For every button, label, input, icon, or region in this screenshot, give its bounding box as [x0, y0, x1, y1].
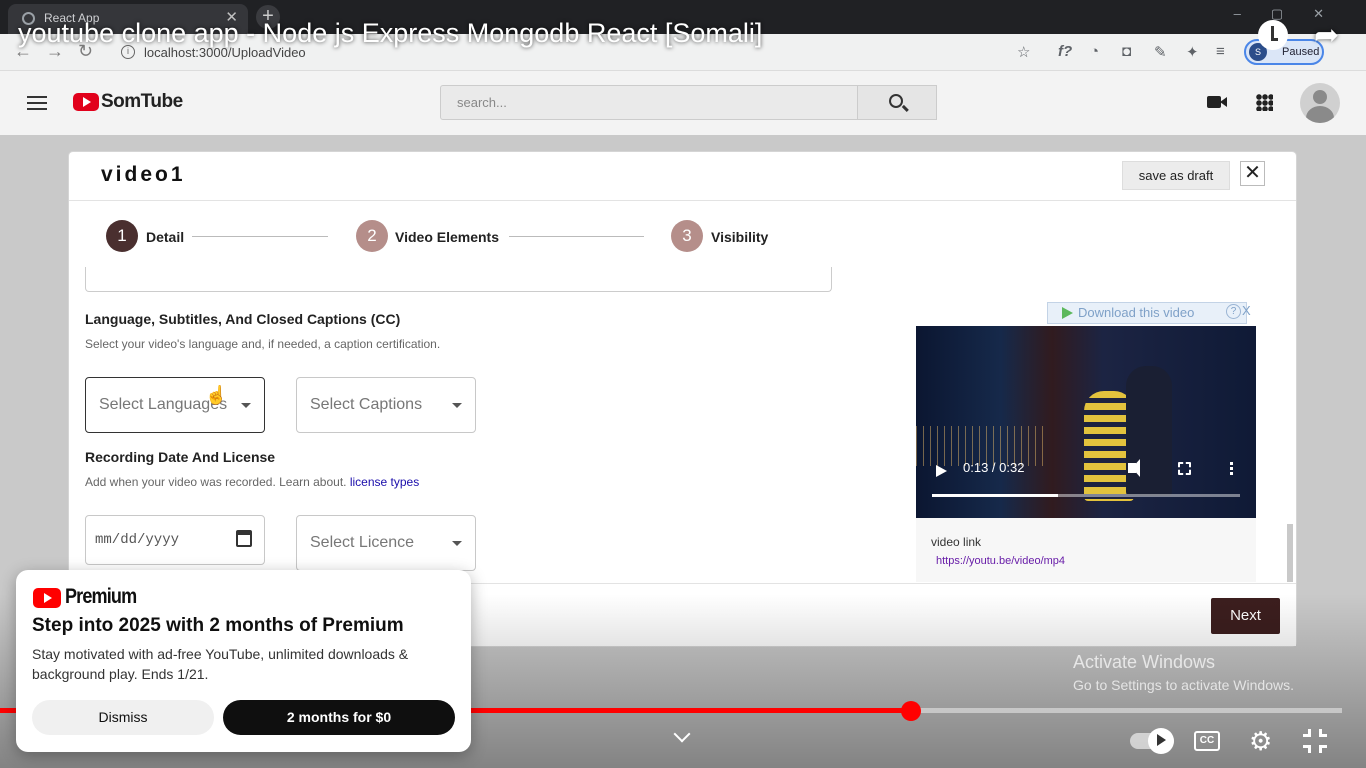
scrollbar[interactable] [1287, 524, 1293, 582]
premium-headline: Step into 2025 with 2 months of Premium [32, 615, 404, 636]
screen: React App ✕ + –▢✕ ← → ↻ i localhost:3000… [0, 0, 1366, 768]
eyedropper-icon[interactable]: ✎ [1154, 43, 1167, 61]
date-placeholder: mm/dd/yyyy [95, 532, 180, 548]
chevron-down-icon [241, 403, 251, 408]
close-dialog-button[interactable]: ✕ [1240, 161, 1265, 186]
premium-promo-card: Premium Step into 2025 with 2 months of … [16, 570, 471, 752]
video-link-url[interactable]: https://youtu.be/video/mp4 [936, 555, 1065, 567]
chevron-down-icon [452, 403, 462, 408]
step-2-label[interactable]: Video Elements [395, 229, 499, 245]
chevron-down-icon [452, 541, 462, 546]
language-select[interactable]: Select Languages [85, 377, 265, 433]
chevron-down-icon[interactable] [673, 725, 691, 743]
function-ext-icon[interactable]: f? [1058, 43, 1072, 60]
captions-select-value: Select Captions [310, 396, 423, 413]
captions-select[interactable]: Select Captions [296, 377, 476, 433]
premium-brand: Premium [65, 585, 137, 608]
exit-fullscreen-icon[interactable] [1303, 729, 1327, 753]
download-label: Download this video [1078, 305, 1195, 320]
recording-date-input[interactable]: mm/dd/yyyy [85, 515, 265, 565]
language-section-title: Language, Subtitles, And Closed Captions… [85, 311, 401, 327]
captions-icon[interactable]: CC [1194, 731, 1220, 751]
licence-select[interactable]: Select Licence [296, 515, 476, 571]
help-icon[interactable]: ? [1226, 304, 1241, 319]
video-link-label: video link [931, 535, 982, 549]
previous-field[interactable] [85, 267, 832, 292]
video-link-panel: video link https://youtu.be/video/mp4 [916, 518, 1256, 582]
step-1-label[interactable]: Detail [146, 229, 184, 245]
upload-video-icon[interactable] [1207, 96, 1227, 108]
fullscreen-icon[interactable] [1178, 462, 1191, 475]
hand-cursor-icon: ☝ [205, 385, 228, 405]
watch-later-icon[interactable] [1258, 20, 1288, 50]
next-button[interactable]: Next [1211, 598, 1280, 634]
recording-desc-text: Add when your video was recorded. Learn … [85, 475, 347, 489]
step-3-circle[interactable]: 3 [671, 220, 703, 252]
dialog-title: video1 [101, 163, 186, 186]
puzzle-icon[interactable]: ✦ [1186, 43, 1199, 61]
search-input[interactable]: search... [440, 85, 858, 120]
step-2-circle[interactable]: 2 [356, 220, 388, 252]
license-types-link[interactable]: license types [350, 475, 419, 489]
autoplay-play-icon [1157, 734, 1166, 746]
download-video-bar[interactable]: Download this video [1047, 302, 1247, 324]
gear-icon[interactable]: ⚙ [1249, 728, 1272, 754]
step-1-circle[interactable]: 1 [106, 220, 138, 252]
calendar-icon[interactable] [236, 530, 252, 547]
scrubber-handle[interactable] [901, 701, 921, 721]
premium-body: Stay motivated with ad-free YouTube, unl… [32, 646, 409, 682]
video-preview[interactable]: 0:13 / 0:32 [916, 326, 1256, 518]
search-icon [889, 94, 903, 108]
video-title[interactable]: youtube clone app - Node js Express Mong… [18, 18, 762, 49]
activate-windows-desc: Go to Settings to activate Windows. [1073, 677, 1294, 693]
menu-icon[interactable] [27, 96, 47, 110]
step-connector [192, 236, 328, 237]
camera-icon[interactable]: ◘ [1122, 43, 1131, 60]
premium-offer-button[interactable]: 2 months for $0 [223, 700, 455, 735]
language-section-desc: Select your video's language and, if nee… [85, 337, 441, 351]
step-3-label[interactable]: Visibility [711, 229, 768, 245]
licence-select-value: Select Licence [310, 534, 415, 551]
apps-grid-icon[interactable] [1256, 94, 1273, 111]
playlist-icon[interactable]: ≡ [1216, 43, 1225, 60]
avatar[interactable] [1300, 83, 1340, 123]
step-connector [509, 236, 644, 237]
share-icon[interactable]: ➦ [1314, 18, 1339, 53]
volume-icon[interactable] [1128, 459, 1140, 477]
preview-progress-fill [932, 494, 1059, 497]
dismiss-button[interactable]: Dismiss [32, 700, 214, 735]
autoplay-toggle[interactable] [1130, 728, 1174, 754]
recording-section-title: Recording Date And License [85, 449, 276, 465]
extension-icon[interactable]: ◔ [1090, 43, 1099, 60]
divider [69, 200, 1296, 201]
activate-windows-title: Activate Windows [1073, 652, 1216, 672]
app-header: SomTube search... [0, 71, 1366, 135]
save-draft-button[interactable]: save as draft [1122, 161, 1230, 190]
more-options-icon[interactable] [1230, 462, 1233, 465]
youtube-logo-icon [33, 588, 61, 608]
search-button[interactable] [857, 85, 937, 120]
play-icon[interactable] [936, 465, 947, 477]
recording-section-desc: Add when your video was recorded. Learn … [85, 475, 419, 489]
video-time: 0:13 / 0:32 [963, 460, 1025, 475]
brand-name[interactable]: SomTube [101, 91, 183, 113]
play-logo-icon[interactable] [73, 93, 99, 111]
star-icon[interactable]: ☆ [1017, 43, 1030, 61]
close-icon[interactable]: X [1242, 303, 1251, 318]
preview-progress-track[interactable] [932, 494, 1240, 497]
